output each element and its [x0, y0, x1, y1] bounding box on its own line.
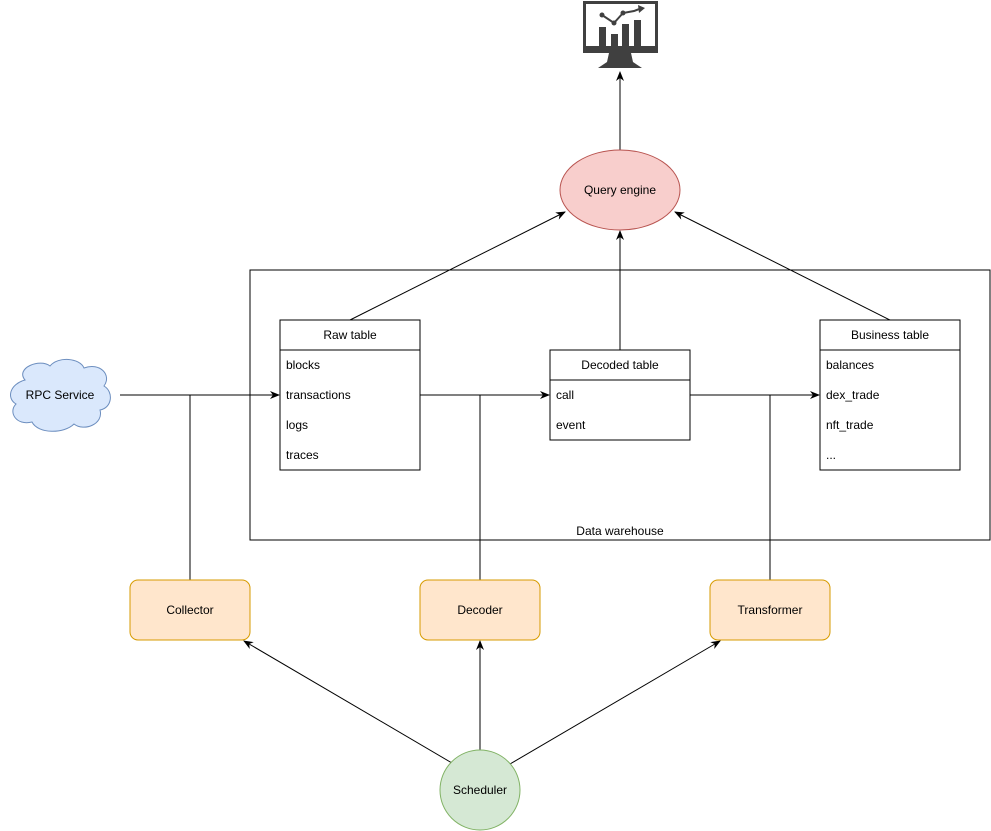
transformer-node: Transformer — [709, 579, 831, 641]
query-engine-node: Query engine — [559, 149, 681, 231]
decoded-table-title: Decoded table — [581, 358, 659, 372]
table-row: dex_trade — [826, 388, 880, 402]
business-table: Business table balances dex_trade nft_tr… — [819, 319, 961, 471]
scheduler-node: Scheduler — [439, 749, 521, 831]
raw-table: Raw table blocks transactions logs trace… — [279, 319, 421, 471]
table-row: logs — [286, 418, 308, 432]
architecture-diagram: Query engine Data warehouse Raw table bl… — [10, 1, 991, 831]
raw-table-title: Raw table — [323, 328, 377, 342]
table-row: ... — [826, 448, 836, 462]
query-engine-label: Query engine — [584, 183, 656, 197]
edge-raw-to-query — [349, 211, 566, 321]
scheduler-label: Scheduler — [453, 783, 507, 797]
monitor-chart-icon — [583, 1, 658, 68]
rpc-service-label: RPC Service — [26, 388, 95, 402]
business-table-title: Business table — [851, 328, 929, 342]
decoder-label: Decoder — [457, 603, 502, 617]
decoder-node: Decoder — [419, 579, 541, 641]
table-row: traces — [286, 448, 319, 462]
collector-node: Collector — [129, 579, 251, 641]
table-row: call — [556, 388, 574, 402]
table-row: event — [556, 418, 586, 432]
transformer-label: Transformer — [738, 603, 803, 617]
rpc-service-cloud: RPC Service — [10, 359, 111, 432]
edge-business-to-query — [674, 211, 891, 321]
data-warehouse-label: Data warehouse — [576, 524, 664, 538]
table-row: transactions — [286, 388, 351, 402]
table-row: blocks — [286, 358, 320, 372]
edge-scheduler-to-collector — [243, 640, 453, 764]
collector-label: Collector — [166, 603, 213, 617]
table-row: nft_trade — [826, 418, 874, 432]
table-row: balances — [826, 358, 874, 372]
edges — [120, 71, 891, 765]
decoded-table: Decoded table call event — [549, 349, 691, 441]
edge-scheduler-to-transformer — [509, 640, 721, 765]
